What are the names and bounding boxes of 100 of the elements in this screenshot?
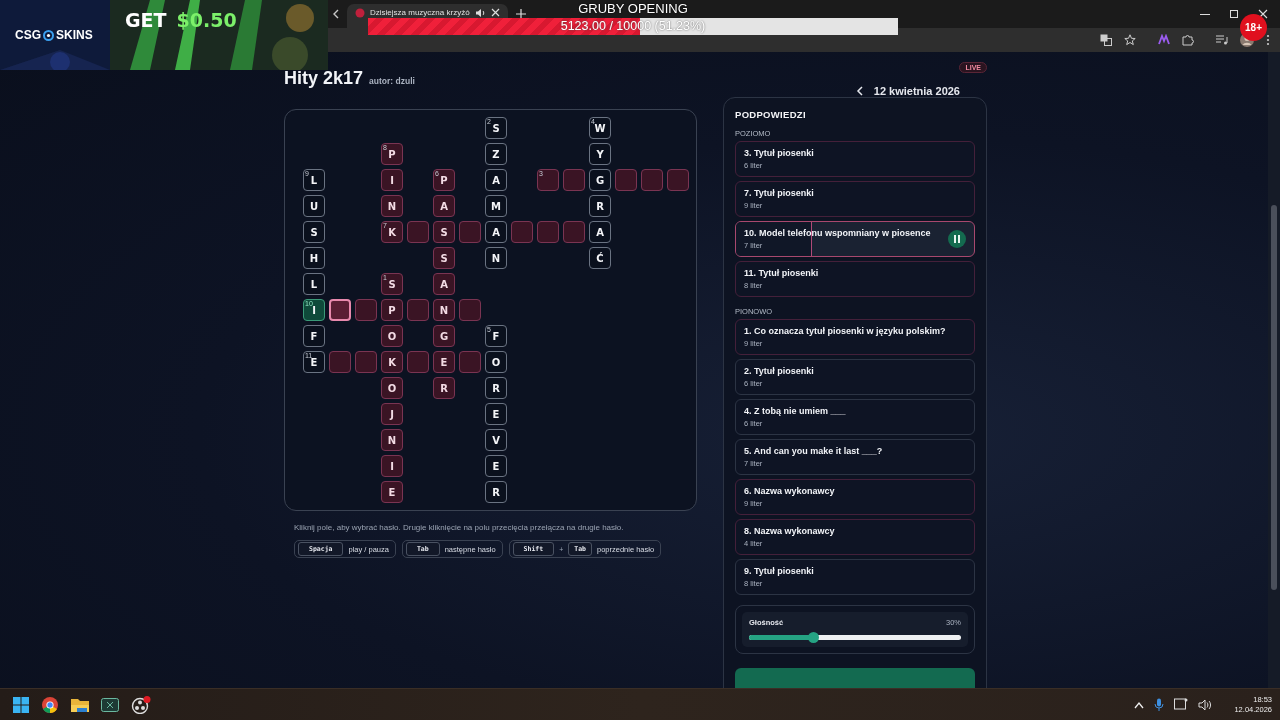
cell-letter: E [492,460,500,472]
cell-letter: N [387,200,397,212]
cell-letter: M [491,200,501,212]
cell-letter: S [440,226,448,238]
crossword-cell[interactable]: N [433,299,455,321]
author-label: autor: dzuli [369,76,415,86]
crossword-cell[interactable]: R [485,377,507,399]
cell-letter: R [492,486,500,498]
cell-letter: R [440,382,448,394]
crossword-cell[interactable]: M [485,195,507,217]
cell-letter: S [440,252,448,264]
cell-letter: I [390,174,394,186]
date-label: 12 kwietnia 2026 [873,85,960,97]
crossword-cell[interactable]: I [381,455,403,477]
cell-letter: U [309,200,319,212]
crossword-cell[interactable]: O [485,351,507,373]
crossword-cell[interactable]: G [589,169,611,191]
cell-letter: L [310,174,318,186]
clue-title: 5. And can you make it last ___? [744,446,884,456]
cell-letter: P [388,304,396,316]
cell-letter: J [390,408,394,420]
clue-title: 2. Tytuł piosenki [744,366,815,376]
cell-letter: K [388,356,396,368]
cell-letter: I [390,460,394,472]
crossword-cell[interactable]: K [381,351,403,373]
clue-title: 8. Nazwa wykonawcy [744,526,836,536]
cell-letter: R [492,382,500,394]
crossword-cell[interactable]: E [485,455,507,477]
cell-letter: S [310,226,318,238]
cell-letter: G [595,174,605,186]
crossword-cell[interactable]: R [485,481,507,503]
cell-letter: A [492,226,500,238]
cell-letter: O [491,356,501,368]
clue-title: 4. Z tobą nie umiem ___ [744,406,847,416]
crossword-cell[interactable]: Ć [589,247,611,269]
cell-letter: I [312,304,316,316]
offer-text: GET [125,9,167,31]
cell-letter: A [440,200,448,212]
crossword-cell[interactable]: R [433,377,455,399]
cell-letter: F [492,330,500,342]
crossword-cell[interactable]: O [381,325,403,347]
crossword-cell[interactable]: U [303,195,325,217]
tab-title: Dzisiejsza muzyczna krzyżó [370,8,470,17]
cell-letter: E [440,356,448,368]
cell-letter: N [387,434,397,446]
crossword-cell[interactable]: N [485,247,507,269]
brand-text: SKINS [56,28,93,42]
cell-letter: Z [492,148,500,160]
crossword-cell[interactable]: J [381,403,403,425]
goal-title: GRUBY OPENING [578,1,688,17]
cell-letter: E [388,486,396,498]
cell-letter: S [388,278,396,290]
crossword-cell[interactable]: A [433,195,455,217]
crossword-cell[interactable]: A [589,221,611,243]
crossword-cell[interactable]: A [485,169,507,191]
crossword-cell[interactable]: V [485,429,507,451]
crossword-cell[interactable]: R [589,195,611,217]
cell-letter: P [388,148,396,160]
cell-letter: N [439,304,449,316]
cell-letter: A [440,278,448,290]
clue-title: 11. Tytuł piosenki [744,268,820,278]
crossword-cell[interactable]: S [303,221,325,243]
crossword-cell[interactable]: S [433,247,455,269]
cell-letter: E [492,408,500,420]
crossword-cell[interactable]: G [433,325,455,347]
cell-letter: F [310,330,318,342]
crossword-cell[interactable]: E [381,481,403,503]
crossword-cell[interactable]: E [485,403,507,425]
cell-letter: S [492,122,500,134]
crossword-cell[interactable]: O [381,377,403,399]
page-title: Hity 2k17 [284,68,364,89]
crossword-cell[interactable]: N [381,195,403,217]
cell-letter: R [596,200,604,212]
clue-title: 1. Co oznacza tytuł piosenki w języku polskim? [744,326,947,336]
cell-letter: L [310,278,318,290]
hint-text: Kliknij pole, aby wybrać hasło. Drugie kliknięcie na polu przecięcia przełącza na drugie hasło. [294,523,625,532]
cell-letter: V [492,434,500,446]
cell-letter: P [440,174,448,186]
crossword-cell[interactable]: I [381,169,403,191]
crossword-cell[interactable]: Y [589,143,611,165]
crossword-cell[interactable]: F [303,325,325,347]
crossword-cell[interactable]: L [303,273,325,295]
crossword-cell[interactable]: Z [485,143,507,165]
cell-letter: W [594,122,606,134]
cell-letter: H [309,252,319,264]
crossword-cell[interactable]: N [381,429,403,451]
crossword-cell[interactable]: H [303,247,325,269]
clue-title: 6. Nazwa wykonawcy [744,486,836,496]
crossword-cell[interactable]: A [433,273,455,295]
crossword-cell[interactable]: A [485,221,507,243]
panel-title: PODPOWIEDZI [735,109,807,122]
crossword-cell[interactable]: E [433,351,455,373]
clue-title: 7. Tytuł piosenki [744,188,815,198]
cell-letter: Ć [596,252,604,264]
cell-letter: O [387,330,397,342]
crossword-cell[interactable]: S [433,221,455,243]
cell-letter: N [491,252,501,264]
cell-letter: G [439,330,449,342]
clue-title: 3. Tytuł piosenki [744,148,815,158]
crossword-cell[interactable]: P [381,299,403,321]
